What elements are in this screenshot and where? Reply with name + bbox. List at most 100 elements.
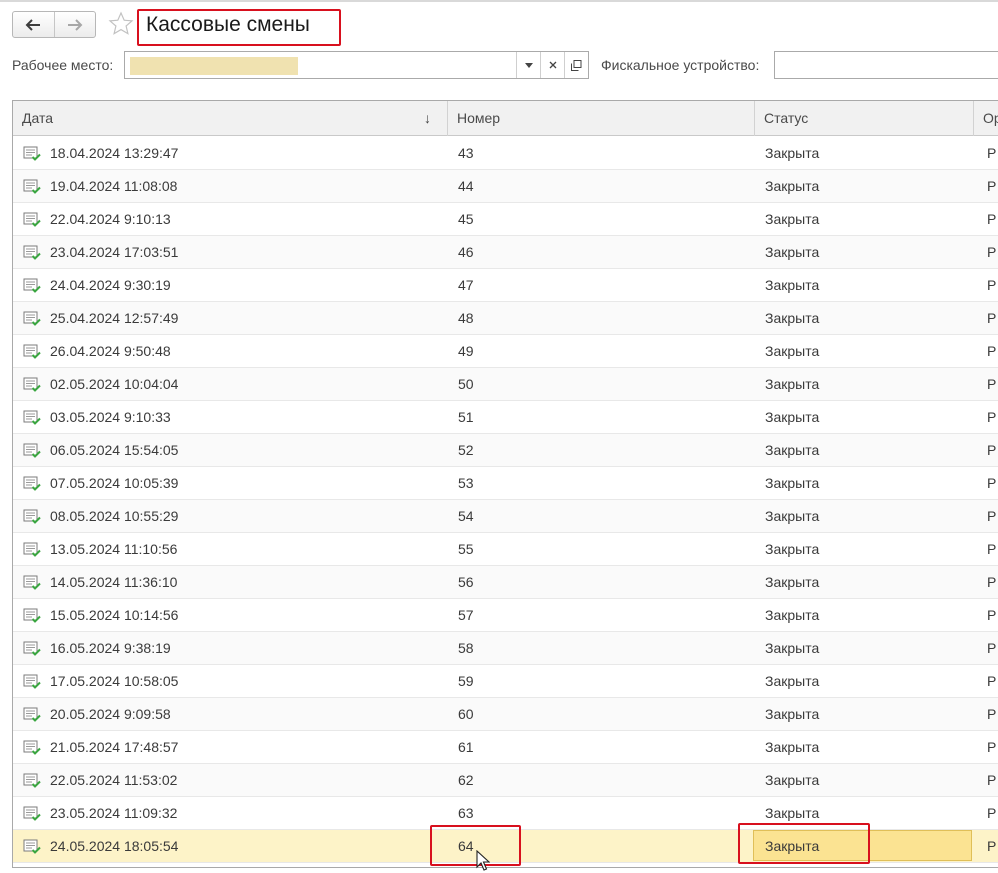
table-row[interactable]: 23.05.2024 11:09:32 63 Закрыта Р — [13, 797, 998, 830]
cell-organization: Р — [987, 211, 997, 227]
star-icon[interactable] — [108, 11, 134, 37]
cell-date: 19.04.2024 11:08:08 — [50, 178, 178, 194]
cell-status: Закрыта — [765, 508, 820, 524]
cell-organization: Р — [987, 343, 997, 359]
cell-number: 62 — [458, 772, 474, 788]
table-row[interactable]: 17.05.2024 10:58:05 59 Закрыта Р — [13, 665, 998, 698]
table-row-selected[interactable]: 24.05.2024 18:05:54 64 Закрыта Р — [13, 830, 998, 863]
cell-date: 14.05.2024 11:36:10 — [50, 574, 178, 590]
cell-number: 54 — [458, 508, 474, 524]
workplace-value[interactable] — [125, 52, 516, 78]
cell-date: 23.04.2024 17:03:51 — [50, 244, 179, 260]
table-row[interactable]: 20.05.2024 9:09:58 60 Закрыта Р — [13, 698, 998, 731]
table-row[interactable]: 22.04.2024 9:10:13 45 Закрыта Р — [13, 203, 998, 236]
table-row[interactable]: 21.05.2024 17:48:57 61 Закрыта Р — [13, 731, 998, 764]
cell-status: Закрыта — [765, 772, 820, 788]
cell-number: 48 — [458, 310, 474, 326]
table-row[interactable]: 02.05.2024 10:04:04 50 Закрыта Р — [13, 368, 998, 401]
cell-date: 08.05.2024 10:55:29 — [50, 508, 179, 524]
cell-status: Закрыта — [765, 343, 820, 359]
open-window-icon — [571, 59, 582, 71]
cell-status: Закрыта — [765, 607, 820, 623]
cell-number: 63 — [458, 805, 474, 821]
cell-status: Закрыта — [765, 640, 820, 656]
table-row[interactable]: 15.05.2024 10:14:56 57 Закрыта Р — [13, 599, 998, 632]
cell-organization: Р — [987, 838, 997, 854]
column-header-number[interactable]: Номер — [448, 101, 755, 136]
cell-organization: Р — [987, 178, 997, 194]
fiscal-device-field[interactable] — [774, 51, 998, 79]
table-row[interactable]: 19.04.2024 11:08:08 44 Закрыта Р — [13, 170, 998, 203]
cell-organization: Р — [987, 508, 997, 524]
cell-number: 64 — [458, 838, 474, 854]
workplace-dropdown-button[interactable] — [516, 52, 540, 78]
column-header-date[interactable]: Дата ↓ — [13, 101, 448, 136]
table-row[interactable]: 23.04.2024 17:03:51 46 Закрыта Р — [13, 236, 998, 269]
cell-date: 20.05.2024 9:09:58 — [50, 706, 171, 722]
cell-status: Закрыта — [765, 211, 820, 227]
document-posted-icon — [23, 179, 41, 194]
cell-status: Закрыта — [765, 739, 820, 755]
table-row[interactable]: 18.04.2024 13:29:47 43 Закрыта Р — [13, 137, 998, 170]
column-header-status-label: Статус — [764, 110, 809, 126]
cell-organization: Р — [987, 409, 997, 425]
document-posted-icon — [23, 608, 41, 623]
cash-shifts-table[interactable]: Дата ↓ Номер Статус Ор 18.04.2024 13:29:… — [12, 100, 998, 868]
cell-number: 60 — [458, 706, 474, 722]
cell-date: 24.05.2024 18:05:54 — [50, 838, 179, 854]
workplace-clear-button[interactable] — [540, 52, 564, 78]
column-header-organization-label: Ор — [983, 110, 998, 126]
cell-number: 47 — [458, 277, 474, 293]
cell-date: 25.04.2024 12:57:49 — [50, 310, 179, 326]
cell-organization: Р — [987, 706, 997, 722]
table-row[interactable]: 25.04.2024 12:57:49 48 Закрыта Р — [13, 302, 998, 335]
cell-status: Закрыта — [765, 244, 820, 260]
cell-number: 53 — [458, 475, 474, 491]
document-posted-icon — [23, 344, 41, 359]
cell-organization: Р — [987, 277, 997, 293]
table-row[interactable]: 24.04.2024 9:30:19 47 Закрыта Р — [13, 269, 998, 302]
cell-number: 52 — [458, 442, 474, 458]
navigation-buttons — [12, 11, 96, 38]
back-button[interactable] — [13, 12, 54, 37]
title-highlight-frame — [137, 9, 341, 46]
cell-organization: Р — [987, 475, 997, 491]
cell-date: 15.05.2024 10:14:56 — [50, 607, 179, 623]
document-posted-icon — [23, 410, 41, 425]
table-row[interactable]: 07.05.2024 10:05:39 53 Закрыта Р — [13, 467, 998, 500]
document-posted-icon — [23, 443, 41, 458]
cell-date: 23.05.2024 11:09:32 — [50, 805, 178, 821]
cell-organization: Р — [987, 541, 997, 557]
cell-organization: Р — [987, 244, 997, 260]
document-posted-icon — [23, 641, 41, 656]
table-row[interactable]: 26.04.2024 9:50:48 49 Закрыта Р — [13, 335, 998, 368]
table-row[interactable]: 14.05.2024 11:36:10 56 Закрыта Р — [13, 566, 998, 599]
table-row[interactable]: 22.05.2024 11:53:02 62 Закрыта Р — [13, 764, 998, 797]
mouse-pointer-icon — [476, 850, 490, 871]
document-posted-icon — [23, 806, 41, 821]
arrow-right-icon — [67, 18, 83, 31]
table-row[interactable]: 08.05.2024 10:55:29 54 Закрыта Р — [13, 500, 998, 533]
table-header: Дата ↓ Номер Статус Ор — [13, 101, 998, 136]
cell-date: 16.05.2024 9:38:19 — [50, 640, 171, 656]
cell-organization: Р — [987, 772, 997, 788]
document-posted-icon — [23, 146, 41, 161]
workplace-field[interactable] — [124, 51, 589, 79]
table-row[interactable]: 16.05.2024 9:38:19 58 Закрыта Р — [13, 632, 998, 665]
document-posted-icon — [23, 773, 41, 788]
column-header-organization[interactable]: Ор — [974, 101, 998, 136]
document-posted-icon — [23, 707, 41, 722]
column-header-date-label: Дата — [22, 110, 54, 126]
table-row[interactable]: 03.05.2024 9:10:33 51 Закрыта Р — [13, 401, 998, 434]
cell-number: 49 — [458, 343, 474, 359]
column-header-status[interactable]: Статус — [755, 101, 974, 136]
cell-organization: Р — [987, 442, 997, 458]
table-row[interactable]: 13.05.2024 11:10:56 55 Закрыта Р — [13, 533, 998, 566]
cell-organization: Р — [987, 673, 997, 689]
cell-date: 22.04.2024 9:10:13 — [50, 211, 171, 227]
workplace-value-text — [130, 57, 298, 75]
cell-number: 58 — [458, 640, 474, 656]
table-row[interactable]: 06.05.2024 15:54:05 52 Закрыта Р — [13, 434, 998, 467]
forward-button[interactable] — [53, 12, 96, 37]
workplace-open-button[interactable] — [564, 52, 588, 78]
